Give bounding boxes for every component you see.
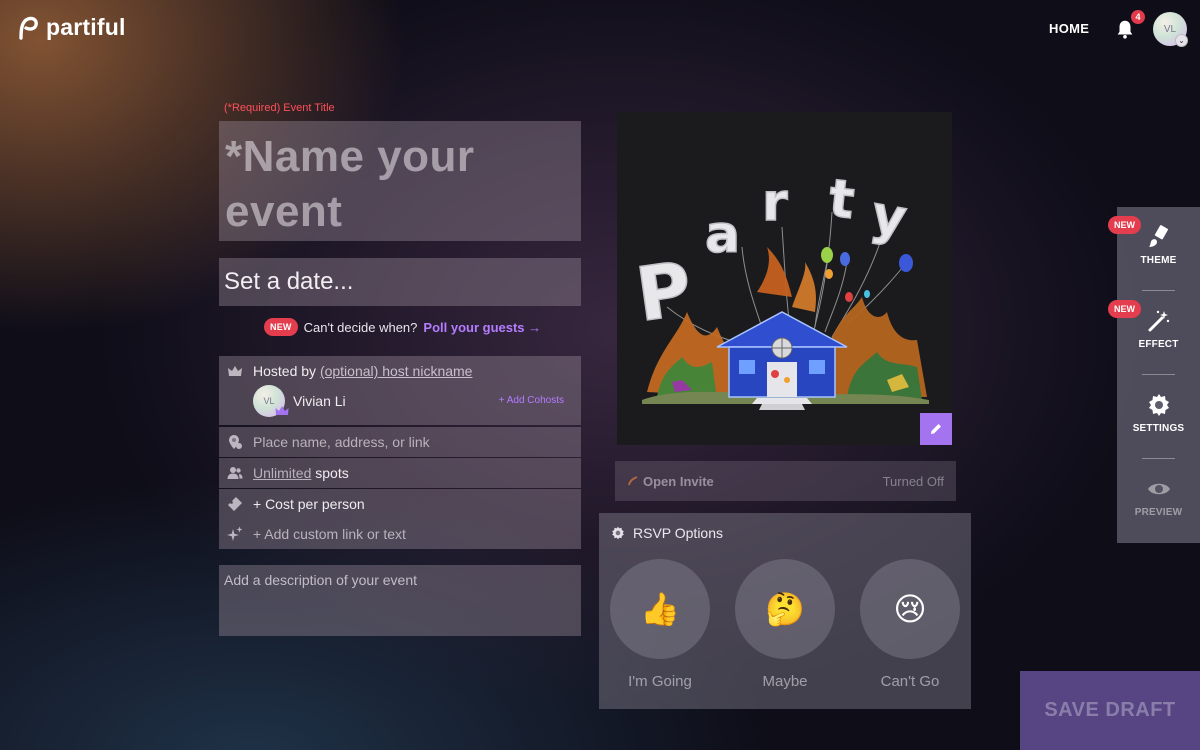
poll-guests-link[interactable]: Poll your guests →	[423, 320, 541, 335]
gear-icon	[612, 526, 624, 540]
host-crown-icon	[275, 406, 289, 415]
event-date-field[interactable]: Set a date...	[219, 258, 581, 306]
rsvp-going-emoji: 👍	[610, 559, 710, 659]
title-required-label: (*Required) Event Title	[224, 102, 335, 114]
rsvp-option-going[interactable]: 👍 I'm Going	[610, 559, 710, 690]
sidebar-divider	[1142, 290, 1175, 291]
save-draft-button[interactable]: SAVE DRAFT	[1020, 671, 1200, 750]
rsvp-going-label: I'm Going	[628, 673, 692, 690]
rsvp-cant-go-emoji: 😢	[860, 559, 960, 659]
magic-wand-icon	[1148, 310, 1169, 332]
location-field[interactable]: Place name, address, or link	[219, 427, 581, 457]
sidebar-settings-label: SETTINGS	[1132, 423, 1185, 434]
right-sidebar: THEME EFFECT SETTINGS PREVIEW	[1117, 207, 1200, 543]
rsvp-maybe-label: Maybe	[762, 673, 808, 690]
app-name: partiful	[46, 14, 126, 40]
sidebar-divider	[1142, 374, 1175, 375]
theme-new-badge: NEW	[1108, 216, 1141, 234]
spots-value[interactable]: Unlimited	[253, 465, 311, 481]
open-invite-status: Turned Off	[882, 473, 944, 489]
party-illustration: P a r t y	[631, 168, 929, 410]
notification-count-badge: 4	[1131, 10, 1145, 24]
event-date-placeholder: Set a date...	[224, 268, 354, 295]
sidebar-theme-label: THEME	[1140, 255, 1177, 266]
open-invite-toggle[interactable]: Open Invite Turned Off	[615, 461, 956, 501]
host-line: Hosted by (optional) host nickname	[253, 363, 472, 379]
effect-new-badge: NEW	[1108, 300, 1141, 318]
description-placeholder: Add a description of your event	[224, 572, 418, 588]
rsvp-options-card: RSVP Options 👍 I'm Going 🤔 Maybe 😢 Can't…	[599, 513, 971, 709]
crown-icon	[228, 366, 242, 376]
cost-field[interactable]: + Cost per person	[219, 489, 581, 519]
description-input[interactable]: Add a description of your event	[219, 565, 581, 636]
chevron-down-icon[interactable]: ⌄	[1175, 34, 1188, 47]
spots-suffix: spots	[315, 465, 349, 481]
people-icon	[227, 467, 243, 479]
host-name: Vivian Li	[293, 393, 346, 409]
add-cohosts-button[interactable]: + Add Cohosts	[499, 395, 564, 406]
gear-icon	[1148, 394, 1169, 416]
sidebar-effect-label: EFFECT	[1138, 339, 1179, 350]
poll-guests-row: NEW Can't decide when? Poll your guests …	[264, 318, 541, 336]
sidebar-preview-button[interactable]: PREVIEW	[1117, 477, 1200, 518]
rsvp-title: RSVP Options	[633, 525, 724, 541]
sparkles-icon	[227, 526, 243, 541]
location-placeholder: Place name, address, or link	[253, 434, 430, 450]
svg-text:r: r	[762, 173, 788, 233]
location-pin-icon	[229, 435, 242, 449]
paint-brush-icon	[1148, 225, 1168, 247]
spots-text: Unlimited spots	[253, 465, 349, 481]
rsvp-option-cant-go[interactable]: 😢 Can't Go	[860, 559, 960, 690]
rsvp-maybe-emoji: 🤔	[735, 559, 835, 659]
event-title-input[interactable]: *Name your event	[219, 121, 581, 241]
event-title-placeholder: *Name your event	[225, 132, 475, 236]
custom-link-field[interactable]: + Add custom link or text	[219, 519, 581, 549]
hosted-by-label: Hosted by	[253, 363, 317, 379]
open-invite-icon	[628, 476, 638, 486]
sidebar-settings-button[interactable]: SETTINGS	[1117, 393, 1200, 434]
cost-label: + Cost per person	[253, 496, 365, 512]
partiful-logo-icon	[19, 16, 38, 40]
nav-home-link[interactable]: HOME	[1049, 21, 1089, 36]
ticket-icon	[228, 497, 242, 511]
svg-text:a: a	[705, 205, 740, 265]
new-badge: NEW	[264, 318, 298, 336]
custom-link-label: + Add custom link or text	[253, 526, 406, 542]
sidebar-preview-label: PREVIEW	[1134, 507, 1183, 518]
edit-image-button[interactable]	[920, 413, 952, 445]
event-image: P a r t y	[617, 112, 952, 445]
host-section: Hosted by (optional) host nickname VL Vi…	[219, 356, 581, 425]
poll-prefix-text: Can't decide when?	[303, 319, 418, 335]
svg-text:t: t	[826, 169, 857, 231]
sidebar-divider	[1142, 458, 1175, 459]
spots-field[interactable]: Unlimited spots	[219, 458, 581, 488]
rsvp-option-maybe[interactable]: 🤔 Maybe	[735, 559, 835, 690]
pencil-icon	[931, 424, 941, 434]
rsvp-cant-go-label: Can't Go	[880, 673, 940, 690]
partiful-logo[interactable]: partiful	[16, 14, 126, 41]
host-nickname-input[interactable]: (optional) host nickname	[320, 363, 473, 379]
open-invite-label: Open Invite	[643, 473, 714, 489]
rsvp-header[interactable]: RSVP Options	[611, 525, 723, 541]
eye-icon	[1147, 483, 1170, 495]
svg-text:y: y	[867, 185, 911, 250]
